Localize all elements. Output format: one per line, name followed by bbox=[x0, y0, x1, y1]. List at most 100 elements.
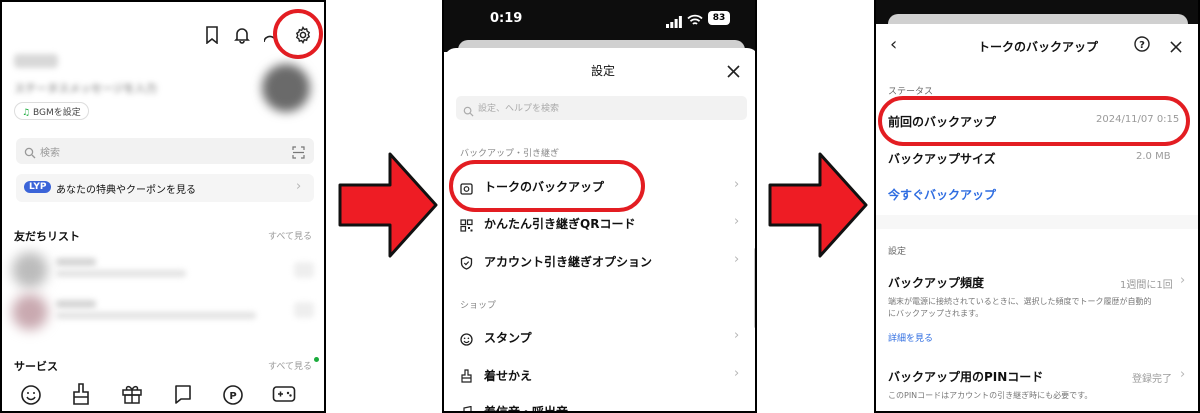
backup-size-label: バックアップサイズ bbox=[888, 152, 996, 166]
pin-value: 登録完了 bbox=[1132, 374, 1172, 385]
scrollbar[interactable] bbox=[754, 248, 755, 328]
item-label: スタンプ bbox=[484, 331, 532, 345]
friend-action-blurred bbox=[294, 262, 314, 278]
backup-size-value: 2.0 MB bbox=[1136, 151, 1171, 162]
lyp-banner-text: あなたの特典やクーポンを見る bbox=[56, 185, 196, 196]
settings-item-account-transfer[interactable]: アカウント引き継ぎオプション › bbox=[458, 250, 754, 274]
music-note-icon: ♫ bbox=[22, 108, 31, 118]
talk-backup-highlight bbox=[449, 160, 645, 212]
frequency-label: バックアップ頻度 bbox=[888, 276, 985, 290]
pin-desc: このPINコードはアカウントの引き継ぎ時にも必要です。 bbox=[888, 391, 1093, 400]
arrow-right-icon bbox=[768, 150, 868, 260]
lyp-banner[interactable]: LYP あなたの特典やクーポンを見る › bbox=[16, 174, 314, 202]
qr-icon bbox=[460, 217, 473, 236]
help-icon[interactable]: ? bbox=[1134, 36, 1150, 56]
friend-action-blurred bbox=[294, 302, 314, 318]
smiley-icon[interactable] bbox=[20, 384, 42, 406]
bgm-button[interactable]: ♫ BGMを設定 bbox=[14, 102, 89, 120]
brush-icon[interactable] bbox=[70, 382, 92, 406]
close-icon[interactable] bbox=[1170, 38, 1182, 57]
points-icon[interactable]: P bbox=[222, 384, 244, 406]
details-link[interactable]: 詳細を見る bbox=[888, 331, 933, 344]
frequency-value: 1週間に1回 bbox=[1120, 280, 1173, 291]
chevron-right-icon: › bbox=[734, 177, 740, 192]
wifi-icon bbox=[687, 12, 703, 31]
frequency-desc-line1: 端末が電源に接続されているときに、選択した頻度でトーク履歴が自動的 bbox=[888, 297, 1152, 306]
profile-name-blurred bbox=[14, 54, 58, 68]
chat-icon[interactable] bbox=[172, 383, 194, 405]
svg-text:?: ? bbox=[1139, 40, 1145, 51]
chevron-right-icon: › bbox=[296, 179, 302, 194]
svg-text:P: P bbox=[229, 391, 236, 402]
section-shop: ショップ bbox=[460, 301, 497, 311]
friend-status-blurred bbox=[56, 312, 256, 319]
status-message-placeholder[interactable]: ステータスメッセージを入力 bbox=[14, 80, 157, 96]
last-backup-highlight bbox=[878, 96, 1190, 146]
lyp-badge: LYP bbox=[24, 181, 52, 193]
services-title: サービス bbox=[14, 360, 58, 373]
page-title: 設定 bbox=[591, 64, 616, 78]
search-placeholder: 設定、ヘルプを検索 bbox=[478, 104, 560, 114]
search-icon bbox=[24, 144, 36, 163]
item-label: かんたん引き継ぎQRコード bbox=[484, 217, 636, 231]
chevron-right-icon: › bbox=[734, 252, 740, 267]
chevron-right-icon: › bbox=[734, 328, 740, 343]
friend-avatar[interactable] bbox=[12, 294, 48, 330]
friends-see-all[interactable]: すべて見る bbox=[268, 229, 312, 242]
backup-frequency-row[interactable]: バックアップ頻度 1週間に1回 › 端末が電源に接続されているときに、選択した頻… bbox=[876, 268, 1198, 338]
shield-icon bbox=[460, 255, 473, 274]
talk-backup-screen-panel: ‹ トークのバックアップ ? ステータス 前回のバックアップ 2024/11/0… bbox=[874, 0, 1200, 413]
item-label: 着せかえ bbox=[484, 369, 533, 383]
back-chevron-icon[interactable]: ‹ bbox=[890, 36, 897, 54]
status-time: 0:19 bbox=[490, 11, 523, 26]
battery-indicator: 83 bbox=[708, 11, 730, 25]
avatar[interactable] bbox=[262, 64, 310, 112]
new-dot-badge bbox=[314, 357, 319, 362]
bell-icon[interactable] bbox=[234, 26, 250, 44]
pin-code-row[interactable]: バックアップ用のPINコード 登録完了 › このPINコードはアカウントの引き継… bbox=[876, 364, 1198, 408]
bgm-label: BGMを設定 bbox=[32, 108, 81, 118]
brush-icon bbox=[460, 368, 473, 387]
search-icon bbox=[463, 102, 474, 121]
close-icon[interactable] bbox=[727, 63, 740, 82]
gear-highlight-circle bbox=[273, 9, 323, 59]
game-icon[interactable] bbox=[272, 385, 296, 403]
settings-item-qr-transfer[interactable]: かんたん引き継ぎQRコード › bbox=[458, 212, 754, 236]
settings-item-themes[interactable]: 着せかえ › bbox=[458, 364, 754, 388]
scan-icon[interactable] bbox=[292, 144, 305, 163]
section-settings: 設定 bbox=[888, 247, 907, 257]
backup-now-link[interactable]: 今すぐバックアップ bbox=[888, 186, 996, 203]
pin-label: バックアップ用のPINコード bbox=[888, 370, 1044, 384]
search-placeholder: 検索 bbox=[40, 148, 60, 159]
section-backup: バックアップ・引き継ぎ bbox=[460, 149, 560, 159]
page-title: トークのバックアップ bbox=[978, 40, 1099, 54]
gift-icon[interactable] bbox=[121, 383, 143, 405]
smiley-icon bbox=[460, 331, 473, 350]
friend-name-blurred bbox=[56, 258, 96, 266]
backup-size-row: バックアップサイズ 2.0 MB bbox=[876, 146, 1198, 170]
settings-screen-panel: 0:19 83 設定 設定、ヘルプを検索 バックアップ・引き継ぎ トークのバック… bbox=[442, 0, 757, 413]
home-screen-panel: ステータスメッセージを入力 ♫ BGMを設定 検索 LYP あなたの特典やクーポ… bbox=[0, 0, 326, 413]
section-divider bbox=[876, 215, 1198, 229]
item-label: アカウント引き継ぎオプション bbox=[484, 255, 653, 269]
friend-name-blurred bbox=[56, 300, 96, 308]
frequency-desc-line2: にバックアップされます。 bbox=[888, 309, 984, 318]
search-input[interactable]: 検索 bbox=[16, 138, 314, 164]
music-icon bbox=[460, 404, 473, 411]
item-label: 着信音・呼出音 bbox=[484, 405, 569, 413]
arrow-right-icon bbox=[338, 150, 438, 260]
settings-item-stickers[interactable]: スタンプ › bbox=[458, 326, 754, 350]
friend-status-blurred bbox=[56, 270, 186, 277]
friends-title: 友だちリスト bbox=[14, 230, 80, 243]
signal-icon bbox=[666, 13, 682, 32]
settings-item-ringtones[interactable]: 着信音・呼出音 bbox=[458, 400, 754, 413]
tutorial-canvas: ステータスメッセージを入力 ♫ BGMを設定 検索 LYP あなたの特典やクーポ… bbox=[0, 0, 1200, 413]
chevron-right-icon: › bbox=[734, 366, 740, 381]
chevron-right-icon: › bbox=[1180, 273, 1186, 288]
bookmark-icon[interactable] bbox=[204, 26, 220, 44]
services-see-all[interactable]: すべて見る bbox=[268, 359, 312, 372]
friend-avatar[interactable] bbox=[12, 252, 48, 288]
settings-search-input[interactable]: 設定、ヘルプを検索 bbox=[456, 96, 747, 120]
chevron-right-icon: › bbox=[734, 214, 740, 229]
chevron-right-icon: › bbox=[1180, 367, 1186, 382]
